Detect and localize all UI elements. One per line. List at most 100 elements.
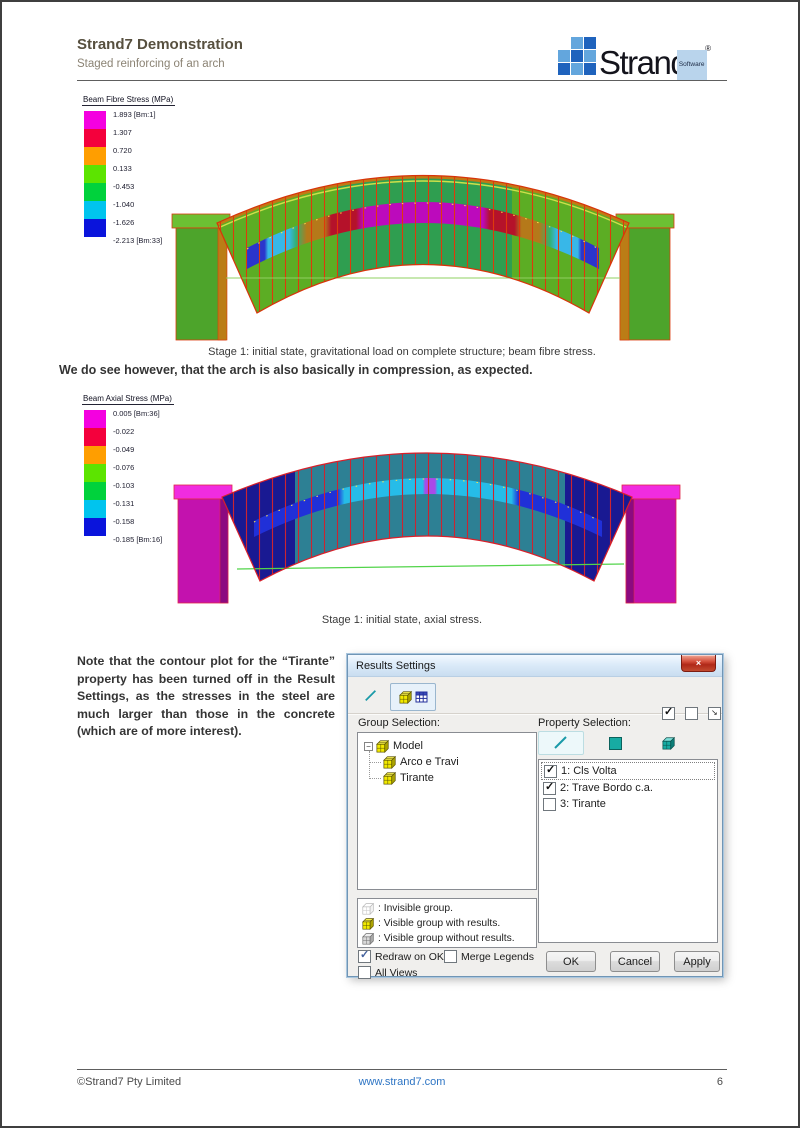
property-item-label: 1: Cls Volta <box>561 765 617 777</box>
footer-page-number: 6 <box>717 1076 723 1088</box>
option-label: Merge Legends <box>461 951 534 963</box>
color-swatch <box>84 518 106 536</box>
legend-row: : Visible group without results. <box>358 931 536 946</box>
color-swatch <box>84 147 106 165</box>
legend-value: 0.133 <box>113 160 162 178</box>
selection-controls: ✓ ↘ <box>662 707 721 720</box>
arrow-se-icon: ↘ <box>711 708 718 717</box>
group-legend-box: : Invisible group. : Visible group with … <box>357 898 537 948</box>
toolbar-line-results-button[interactable] <box>356 683 386 709</box>
legend-beam-axial-stress: Beam Axial Stress (MPa) 0.005 [Bm:36] -0… <box>82 394 174 554</box>
legend-value: 1.307 <box>113 124 162 142</box>
checkbox-checked[interactable]: ✓ <box>543 782 556 795</box>
legend-value: -0.022 <box>113 423 162 441</box>
strand7-logo: Strand7® Software <box>558 30 730 78</box>
diagonal-line-icon <box>364 689 378 703</box>
legend-row-label: : Visible group without results. <box>378 933 515 944</box>
color-swatch <box>84 129 106 147</box>
check-all-button[interactable]: ✓ <box>662 707 675 720</box>
property-item-trave-bordo[interactable]: ✓ 2: Trave Bordo c.a. <box>541 780 715 796</box>
property-list[interactable]: ✓ 1: Cls Volta ✓ 2: Trave Bordo c.a. 3: … <box>538 759 718 943</box>
close-icon: × <box>696 658 701 668</box>
arch-contour-plot-axial-stress <box>162 409 692 609</box>
property-selection-label: Property Selection: <box>538 717 631 729</box>
tree-node-arco-e-travi[interactable]: Arco e Travi <box>375 754 534 770</box>
color-swatch <box>84 446 106 464</box>
close-button[interactable]: × <box>681 655 716 672</box>
right-pier <box>622 485 680 603</box>
page-title: Strand7 Demonstration <box>77 36 243 53</box>
checkbox-unchecked[interactable] <box>543 798 556 811</box>
group-selection-tree[interactable]: − Model Arco e Travi Tirante <box>357 732 537 890</box>
yellow-cube-icon <box>383 755 397 769</box>
color-swatch <box>84 165 106 183</box>
check-icon: ✓ <box>664 705 673 718</box>
ok-button[interactable]: OK <box>546 951 596 972</box>
property-tab-line[interactable] <box>538 731 584 755</box>
legend-value: 1.893 [Bm:1] <box>113 106 162 124</box>
property-tab-plate[interactable] <box>592 731 638 755</box>
property-tab-brick[interactable] <box>646 731 692 755</box>
checkbox-checked[interactable]: ✓ <box>358 950 371 963</box>
toolbar-groups-properties-button[interactable] <box>390 683 436 711</box>
footer-link[interactable]: www.strand7.com <box>77 1076 727 1088</box>
tree-node-model[interactable]: − Model <box>364 738 534 754</box>
color-swatch <box>84 464 106 482</box>
left-pier <box>174 485 232 603</box>
check-icon: ✓ <box>546 763 555 776</box>
redraw-on-ok-option[interactable]: ✓ Redraw on OK <box>358 950 444 963</box>
property-item-cls-volta[interactable]: ✓ 1: Cls Volta <box>541 762 715 780</box>
cancel-button[interactable]: Cancel <box>610 951 660 972</box>
selection-menu-button[interactable]: ↘ <box>708 707 721 720</box>
option-label: All Views <box>375 967 417 979</box>
property-item-tirante[interactable]: 3: Tirante <box>541 796 715 812</box>
dialog-title: Results Settings <box>356 660 435 672</box>
legend-row-label: : Visible group with results. <box>378 918 500 929</box>
group-selection-label: Group Selection: <box>358 717 440 729</box>
merge-legends-option[interactable]: Merge Legends <box>444 950 534 963</box>
body-paragraph: We do see however, that the arch is also… <box>59 363 533 377</box>
tree-collapse-icon[interactable]: − <box>364 742 373 751</box>
legend-row: : Invisible group. <box>358 901 536 916</box>
color-swatch <box>84 201 106 219</box>
dialog-titlebar[interactable]: Results Settings <box>348 655 722 677</box>
color-swatch <box>84 482 106 500</box>
page-subtitle: Staged reinforcing of an arch <box>77 58 225 70</box>
color-scale-bar <box>84 410 106 554</box>
legend-row: : Visible group with results. <box>358 916 536 931</box>
note-paragraph: Note that the contour plot for the “Tira… <box>77 653 335 741</box>
legend-title: Beam Fibre Stress (MPa) <box>82 95 175 106</box>
apply-button[interactable]: Apply <box>674 951 720 972</box>
option-label: Redraw on OK <box>375 951 444 963</box>
figure2-caption: Stage 1: initial state, axial stress. <box>77 614 727 626</box>
color-swatch <box>84 219 106 237</box>
property-item-label: 3: Tirante <box>560 798 606 810</box>
color-swatch <box>84 183 106 201</box>
checkbox-unchecked[interactable] <box>444 950 457 963</box>
legend-value: -0.076 <box>113 459 162 477</box>
yellow-cube-icon <box>376 739 390 753</box>
header-rule <box>77 80 727 81</box>
yellow-cube-icon <box>362 917 375 930</box>
legend-value: -0.453 <box>113 178 162 196</box>
legend-value: -0.049 <box>113 441 162 459</box>
legend-value: -0.158 <box>113 513 162 531</box>
logo-software-label: Software <box>677 50 707 80</box>
legend-value: -0.131 <box>113 495 162 513</box>
tree-node-label: Arco e Travi <box>400 756 459 768</box>
uncheck-all-button[interactable] <box>685 707 698 720</box>
teal-square-icon <box>609 737 622 750</box>
document-page: Strand7 Demonstration Staged reinforcing… <box>0 0 800 1128</box>
footer-rule <box>77 1069 727 1070</box>
legend-value: -1.040 <box>113 196 162 214</box>
figure1-caption: Stage 1: initial state, gravitational lo… <box>77 346 727 358</box>
invisible-cube-icon <box>362 902 375 915</box>
tree-node-tirante[interactable]: Tirante <box>375 770 534 786</box>
checkbox-unchecked[interactable] <box>358 966 371 979</box>
color-swatch <box>84 428 106 446</box>
checkbox-checked[interactable]: ✓ <box>544 765 557 778</box>
table-grid-icon <box>415 691 428 704</box>
logo-pixel-grid-icon <box>558 37 596 75</box>
teal-cube-icon <box>662 736 676 750</box>
all-views-option[interactable]: All Views <box>358 966 417 979</box>
